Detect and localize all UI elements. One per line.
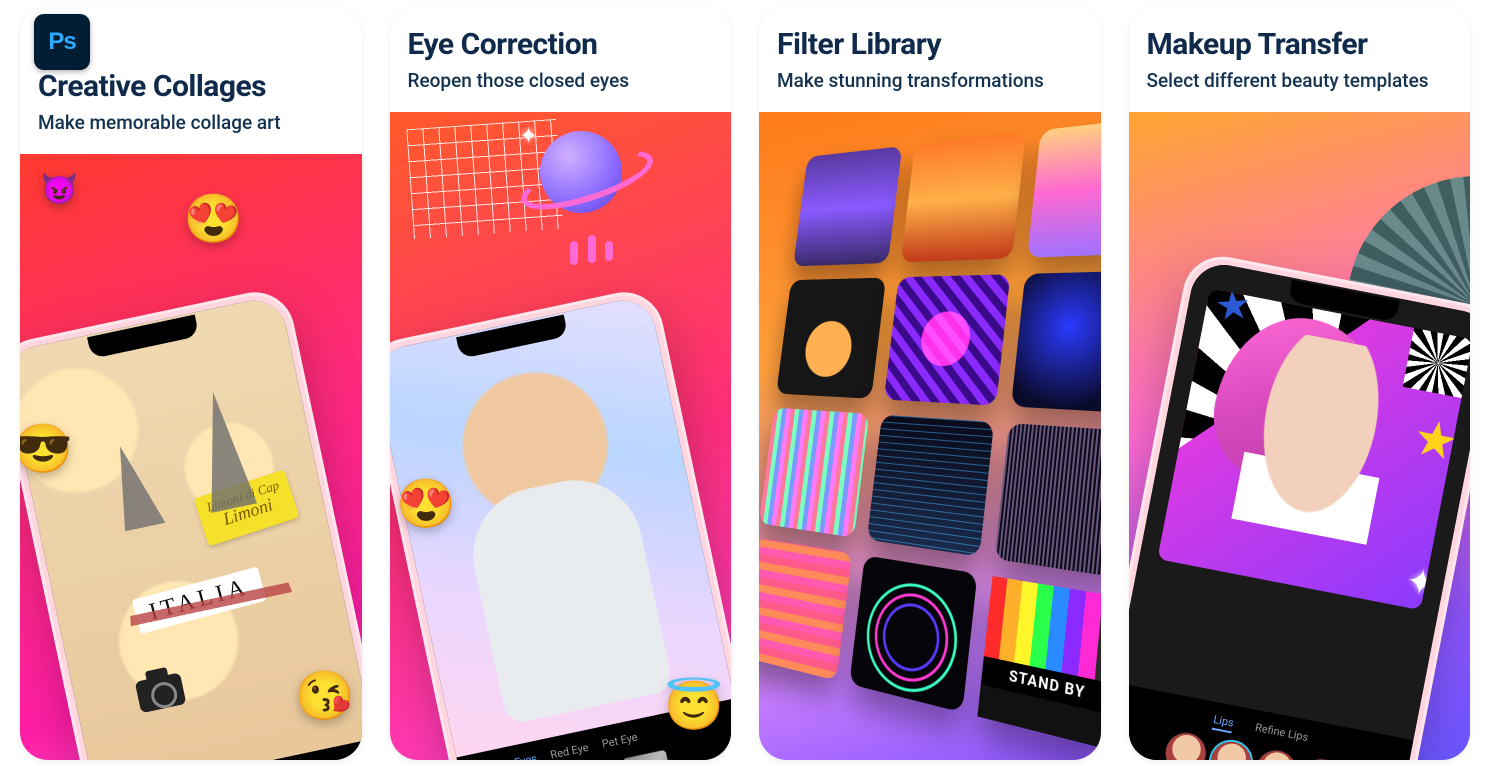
halo-emoji-sticker: 😇 (664, 677, 724, 734)
star-sticker-icon: ★ (1408, 407, 1463, 473)
cool-emoji-sticker: 😎 (20, 420, 73, 477)
filter-tile[interactable] (759, 538, 852, 681)
promo-card-filter-library: Filter Library Make stunning transformat… (759, 6, 1101, 760)
italia-text-sticker: ITALIA (132, 566, 267, 633)
card-title: Filter Library (777, 28, 1083, 63)
card-artwork: STAND BY (759, 112, 1101, 761)
filter-tile[interactable] (776, 278, 886, 399)
card-title: Eye Correction (408, 28, 714, 63)
card-title: Makeup Transfer (1147, 28, 1453, 63)
kiss-emoji-sticker: 😘 (295, 667, 355, 724)
card-artwork: 😈 😍 😎 😘 Limoni di Cap Limoni ITALIA (20, 154, 362, 761)
card-subtitle: Reopen those closed eyes (408, 69, 714, 92)
filter-tile[interactable] (994, 422, 1101, 578)
filter-tile-standby[interactable]: STAND BY (977, 576, 1101, 751)
tab-lips[interactable]: Lips (1212, 713, 1235, 734)
filter-grid: STAND BY (759, 115, 1101, 750)
card-header: Eye Correction Reopen those closed eyes (390, 6, 732, 112)
filter-tile[interactable] (849, 555, 977, 713)
tab-refine-lips[interactable]: Refine Lips (1254, 721, 1310, 748)
tab-pet-eye[interactable]: Pet Eye (601, 731, 640, 755)
tab-red-eye[interactable]: Red Eye (549, 741, 590, 760)
card-subtitle: Make stunning transformations (777, 69, 1083, 92)
filter-tile[interactable] (1026, 115, 1100, 258)
card-header: Makeup Transfer Select different beauty … (1129, 6, 1471, 112)
card-title: Creative Collages (38, 70, 344, 105)
star-sticker-icon: ★ (1214, 288, 1253, 330)
promo-card-makeup-transfer: Makeup Transfer Select different beauty … (1129, 6, 1471, 760)
card-header: Filter Library Make stunning transformat… (759, 6, 1101, 112)
card-subtitle: Make memorable collage art (38, 111, 344, 134)
photo-frame: ★ ★ ✦ (1158, 288, 1470, 610)
devil-emoji-sticker: 😈 (40, 172, 77, 207)
filter-tile[interactable] (759, 407, 869, 537)
camera-sticker-icon (135, 673, 187, 714)
filter-tile[interactable] (884, 274, 1010, 405)
filter-tile[interactable] (900, 132, 1025, 263)
tab-replace-eyes[interactable]: Replace Eyes (473, 752, 540, 760)
promo-card-collages: Ps Creative Collages Make memorable coll… (20, 6, 362, 760)
ps-app-icon: Ps (34, 14, 90, 70)
card-subtitle: Select different beauty templates (1147, 69, 1453, 92)
phone-mockup: ★ ★ ✦ Lips Refine Lips Pas (1129, 250, 1471, 760)
lemon-label-sticker: Limoni di Cap Limoni (194, 469, 300, 546)
filter-tile[interactable] (793, 146, 903, 267)
hearteyes-emoji-sticker: 😍 (396, 475, 456, 532)
hearteyes-emoji-sticker: 😍 (184, 190, 244, 247)
makeup-canvas[interactable]: ★ ★ ✦ (1129, 259, 1471, 740)
card-artwork: ★ ★ ✦ Lips Refine Lips Pas (1129, 112, 1471, 761)
filter-tile[interactable] (867, 414, 994, 556)
promo-card-eye-correction: Eye Correction Reopen those closed eyes … (390, 6, 732, 760)
sparkle-icon: ✦ (1402, 560, 1440, 607)
filter-tile[interactable] (1010, 270, 1100, 413)
card-artwork: ✦ 😍 😇 Replace Eyes Red Eye Pet Eye (390, 112, 732, 761)
